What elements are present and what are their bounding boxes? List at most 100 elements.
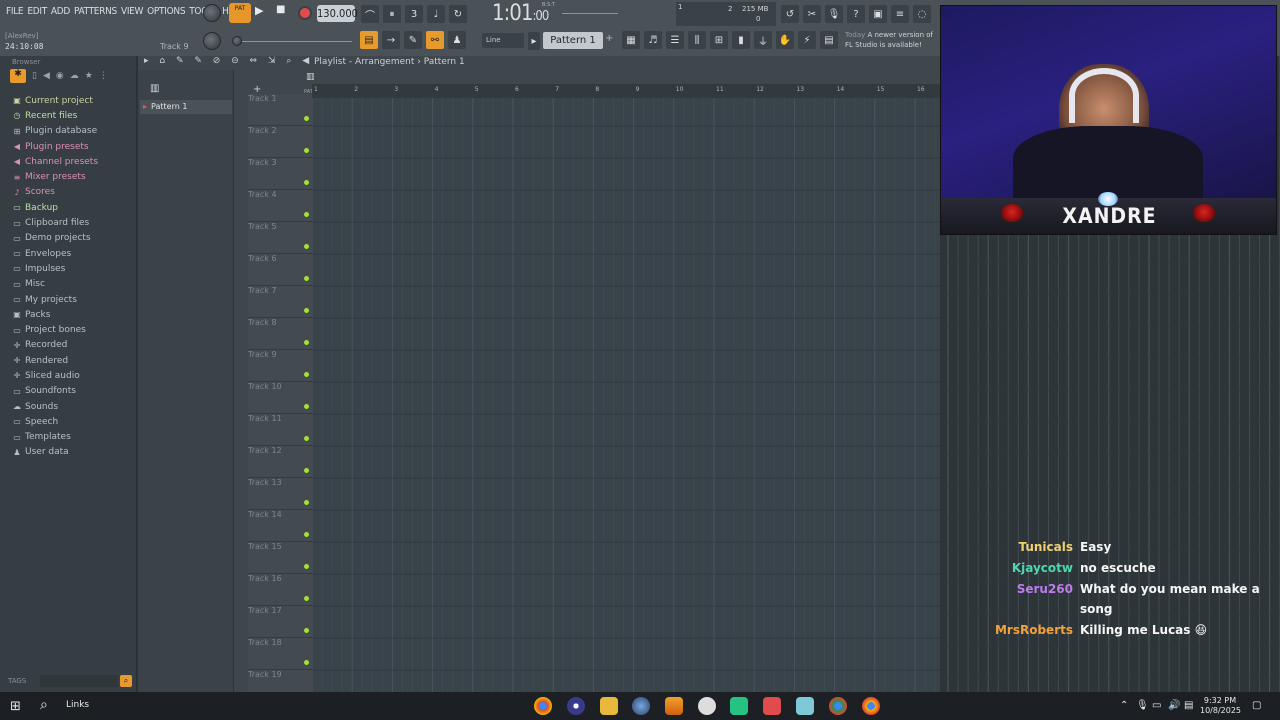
track-header[interactable]: Track 3 [248,158,312,190]
track-header[interactable]: Track 13 [248,478,312,510]
track-mute-led[interactable] [304,596,309,601]
track-header[interactable]: Track 16 [248,574,312,606]
track-header[interactable]: Track 17 [248,606,312,638]
speaker-icon[interactable]: ◀ [43,71,50,81]
add-pattern-button[interactable]: + [605,33,613,44]
master-pitch-handle[interactable] [232,36,242,46]
cut-icon[interactable]: ✂ [803,5,821,23]
menu-file[interactable]: FILE [4,6,25,17]
chrome-icon[interactable] [534,697,552,715]
browser-item[interactable]: ▭ My projects [0,292,136,307]
browser-item[interactable]: ▭ Envelopes [0,246,136,261]
track-header[interactable]: Track 1 [248,94,312,126]
file-icon[interactable]: ▯ [32,71,37,81]
browser-item[interactable]: ▭ Impulses [0,261,136,276]
chrome-2-icon[interactable] [829,697,847,715]
browser-item[interactable]: ⊞ Plugin database [0,124,136,139]
plugin-icon[interactable]: ◉ [56,71,64,81]
menu-options[interactable]: OPTIONS [145,6,187,17]
undo-icon[interactable]: ↺ [781,5,799,23]
arrangement-grid[interactable] [312,98,940,692]
track-header[interactable]: Track 2 [248,126,312,158]
track-header[interactable]: Track 14 [248,510,312,542]
explorer-icon[interactable] [600,697,618,715]
stamp-icon[interactable]: ♟ [448,31,466,49]
track-header[interactable]: Track 4 [248,190,312,222]
timeline-ruler[interactable]: 1 2 3 4 5 6 7 8 9 10 11 12 13 14 15 16 [312,84,940,98]
browser-item[interactable]: ◀ Plugin presets [0,139,136,154]
track-header[interactable]: Track 7 [248,286,312,318]
windows-start-icon[interactable]: ⊞ [10,699,21,714]
playlist-icon[interactable]: ▦ [622,31,640,49]
mixer-view-icon[interactable]: ⫼ [688,31,706,49]
piano-roll-icon[interactable]: ♬ [644,31,662,49]
touch-keyboard-icon[interactable]: ✋ [776,31,794,49]
track-header[interactable]: Track 15 [248,542,312,574]
track-mute-led[interactable] [304,436,309,441]
app-red-icon[interactable] [763,697,781,715]
track-mute-led[interactable] [304,212,309,217]
app-green-icon[interactable] [730,697,748,715]
cloud-icon[interactable]: ☁ [70,71,79,81]
track-header[interactable]: Track 11 [248,414,312,446]
microphone-icon[interactable]: 🎙 [825,5,843,23]
tray-chevron-icon[interactable]: ⌃ [1120,700,1128,711]
more-icon[interactable]: ⋮ [99,71,108,81]
track-mute-led[interactable] [304,564,309,569]
notifications-icon[interactable]: ▢ [1252,700,1261,711]
pattern-arrow-icon[interactable]: ▸ [528,32,540,50]
browser-item[interactable]: ✛ Rendered [0,353,136,368]
mic-tray-icon[interactable]: 🎙 [1136,700,1149,711]
track-mute-led[interactable] [304,308,309,313]
loop-record-icon[interactable]: ↻ [449,5,467,23]
browser-item[interactable]: ▭ Soundfonts [0,384,136,399]
browser-item[interactable]: ♟ User data [0,445,136,460]
track-header[interactable]: Track 6 [248,254,312,286]
channel-rack-icon[interactable]: ☰ [666,31,684,49]
browser-item[interactable]: ▭ Misc [0,277,136,292]
fx-icon[interactable]: ⚡ [798,31,816,49]
track-header[interactable]: Track 10 [248,382,312,414]
master-volume-knob[interactable] [203,32,221,50]
pat-song-toggle[interactable]: PAT [229,3,251,23]
snap-selector[interactable]: Line [482,33,524,48]
volume-icon[interactable]: 🔊 [1168,700,1180,711]
playlist-view-icon[interactable]: ▤ [360,31,378,49]
obs-icon[interactable] [567,697,585,715]
track-mute-led[interactable] [304,180,309,185]
browser-item[interactable]: ✛ Recorded [0,338,136,353]
tags-input[interactable] [40,675,118,687]
browser-item[interactable]: ≡ Mixer presets [0,169,136,184]
menu-view[interactable]: VIEW [119,6,145,17]
browser-item[interactable]: ▭ Templates [0,430,136,445]
track-mute-led[interactable] [304,148,309,153]
all-icon[interactable]: ✱ [10,69,26,83]
record-button[interactable] [298,6,312,20]
metronome-icon[interactable]: ⌒ [361,5,379,23]
browser-item[interactable]: ♪ Scores [0,185,136,200]
track-mute-led[interactable] [304,500,309,505]
search-icon[interactable]: ⌕ [120,675,132,687]
track-mute-led[interactable] [304,372,309,377]
track-header[interactable]: Track 9 [248,350,312,382]
track-header[interactable]: Track 18 [248,638,312,670]
keyboard-icon[interactable]: ▤ [1184,700,1193,711]
chat-icon[interactable]: ◌ [913,5,931,23]
save-icon[interactable]: ▣ [869,5,887,23]
browser-item[interactable]: ✛ Sliced audio [0,368,136,383]
browser-item[interactable]: ▣ Current project [0,93,136,108]
browser-item[interactable]: ▣ Packs [0,307,136,322]
browser-item[interactable]: ▭ Backup [0,200,136,215]
plug-icon[interactable]: ⏚ [754,31,772,49]
fl-studio-icon[interactable] [665,697,683,715]
browser-item[interactable]: ▭ Demo projects [0,231,136,246]
menu-edit[interactable]: EDIT [25,6,49,17]
track-mute-led[interactable] [304,404,309,409]
track-header[interactable]: Track 5 [248,222,312,254]
playlist-piano-icon[interactable]: ▥ [306,72,315,82]
app-blue-icon[interactable] [796,697,814,715]
wait-input-icon[interactable]: ⏸ [383,5,401,23]
menu-add[interactable]: ADD [49,6,72,17]
browser-item[interactable]: ▭ Speech [0,414,136,429]
store-icon[interactable]: ▤ [820,31,838,49]
